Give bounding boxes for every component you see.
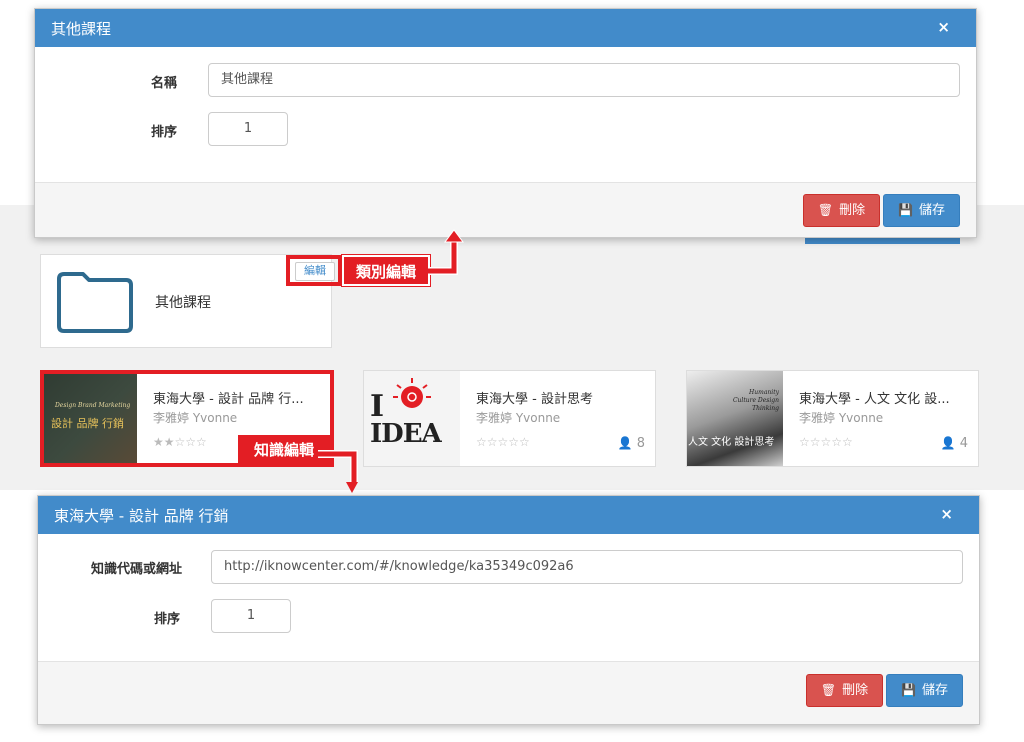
course-author: 李雅婷 Yvonne (476, 411, 561, 425)
star-rating: ☆☆☆☆☆ (799, 435, 853, 449)
modal-footer: 🗑 刪除 💾 儲存 (35, 182, 976, 237)
modal-footer: 🗑 刪除 💾 儲存 (38, 661, 979, 724)
url-label: 知識代碼或網址 (90, 562, 182, 577)
category-edit-callout: 類別編輯 (341, 254, 431, 287)
trash-icon: 🗑 (817, 203, 834, 217)
course-author: 李雅婷 Yvonne (799, 411, 884, 425)
order-input[interactable]: 1 (208, 112, 288, 146)
save-label: 儲存 (918, 203, 945, 218)
modal-title: 其他課程 (51, 20, 112, 38)
delete-button[interactable]: 🗑 刪除 (803, 194, 880, 227)
folder-icon (57, 272, 133, 333)
thumbnail-idea-text: IDEA (370, 419, 442, 449)
save-button[interactable]: 💾 儲存 (883, 194, 960, 227)
modal-header: 其他課程 × (35, 9, 976, 47)
save-label: 儲存 (921, 683, 948, 698)
thumbnail-caption-zh: 人文 文化 設計思考 (688, 437, 775, 448)
learner-count-value: 4 (959, 436, 968, 451)
thumbnail-caption-en: Humanity Culture Design Thinking (732, 389, 779, 412)
user-icon: 👤 (940, 436, 956, 450)
callout-arrow-up (428, 229, 464, 275)
url-input[interactable]: http://iknowcenter.com/#/knowledge/ka353… (211, 550, 963, 584)
course-card[interactable]: I IDEA 東海大學 - 設計思考 李雅婷 Yvonne ☆☆☆☆☆ 👤 8 (363, 370, 656, 467)
folder-name: 其他課程 (155, 295, 211, 311)
knowledge-edit-modal: 東海大學 - 設計 品牌 行銷 × 知識代碼或網址 http://iknowce… (37, 495, 980, 725)
name-label: 名稱 (150, 76, 177, 91)
name-input[interactable]: 其他課程 (208, 63, 960, 97)
course-thumbnail: I IDEA (364, 371, 460, 466)
delete-label: 刪除 (839, 203, 866, 218)
lightbulb-icon (393, 378, 431, 408)
floppy-disk-icon: 💾 (898, 203, 913, 217)
order-label: 排序 (150, 125, 177, 140)
save-button[interactable]: 💾 儲存 (886, 674, 963, 707)
course-card[interactable]: Humanity Culture Design Thinking 人文 文化 設… (686, 370, 979, 467)
category-edit-modal: 其他課程 × 名稱 其他課程 排序 1 🗑 刪除 💾 儲存 (34, 8, 977, 238)
floppy-disk-icon: 💾 (901, 683, 916, 697)
star-rating: ☆☆☆☆☆ (476, 435, 530, 449)
category-edit-link[interactable]: 編輯 (295, 262, 335, 281)
order-label: 排序 (153, 612, 180, 627)
learner-count: 👤 4 (941, 436, 968, 451)
close-icon[interactable]: × (937, 18, 950, 36)
callout-arrow-down (318, 450, 358, 493)
trash-icon: 🗑 (820, 683, 837, 697)
learner-count: 👤 8 (618, 436, 645, 451)
order-input[interactable]: 1 (211, 599, 291, 633)
delete-button[interactable]: 🗑 刪除 (806, 674, 883, 707)
course-title[interactable]: 東海大學 - 人文 文化 設... (799, 388, 971, 407)
close-icon[interactable]: × (940, 505, 953, 523)
knowledge-edit-callout: 知識編輯 (238, 435, 330, 465)
modal-header: 東海大學 - 設計 品牌 行銷 × (38, 496, 979, 534)
modal-title: 東海大學 - 設計 品牌 行銷 (54, 507, 229, 525)
course-title[interactable]: 東海大學 - 設計思考 (476, 388, 648, 407)
delete-label: 刪除 (842, 683, 869, 698)
learner-count-value: 8 (636, 436, 645, 451)
user-icon: 👤 (617, 436, 633, 450)
course-thumbnail: Humanity Culture Design Thinking 人文 文化 設… (687, 371, 783, 466)
